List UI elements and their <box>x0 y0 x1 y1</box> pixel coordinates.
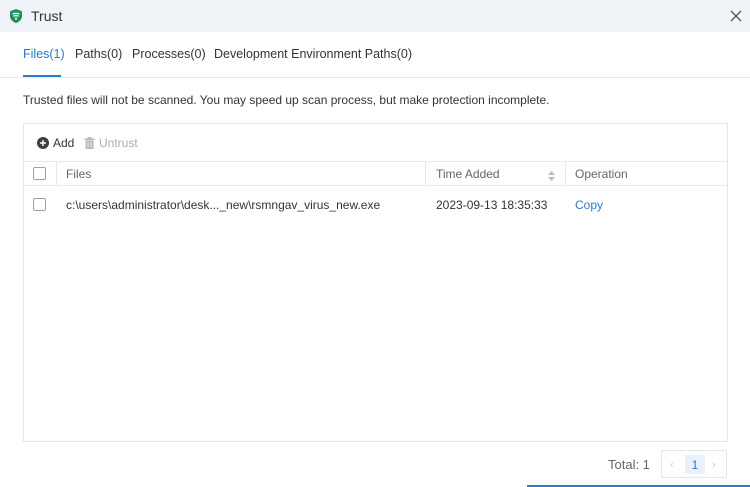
shield-icon <box>8 8 24 24</box>
next-page-button[interactable]: › <box>712 459 716 471</box>
total-count: Total: 1 <box>608 457 650 472</box>
title-bar: Trust <box>0 0 750 32</box>
active-tab-indicator <box>23 75 61 77</box>
table-row: c:\users\administrator\desk..._new\rsmng… <box>24 187 727 222</box>
file-path: c:\users\administrator\desk..._new\rsmng… <box>66 198 381 212</box>
toolbar: Add Untrust <box>24 124 727 161</box>
plus-circle-icon <box>37 137 49 149</box>
column-divider <box>425 162 426 186</box>
select-all-checkbox[interactable] <box>33 167 46 180</box>
trust-description: Trusted files will not be scanned. You m… <box>23 93 550 107</box>
column-divider <box>56 162 57 186</box>
column-header-files[interactable]: Files <box>66 167 91 181</box>
previous-page-button[interactable]: ‹ <box>670 459 674 471</box>
time-added: 2023-09-13 18:35:33 <box>436 198 548 212</box>
tab-bar: Files(1) Paths(0) Processes(0) Developme… <box>0 32 750 78</box>
untrust-label: Untrust <box>99 136 138 150</box>
tab-development-environment-paths[interactable]: Development Environment Paths(0) <box>214 47 412 61</box>
column-header-operation: Operation <box>575 167 628 181</box>
pagination: ‹ 1 › <box>661 450 727 478</box>
trusted-files-panel: Add Untrust Files Time Added Operation c… <box>23 123 728 442</box>
column-divider <box>565 162 566 186</box>
tab-processes[interactable]: Processes(0) <box>132 47 206 61</box>
column-header-time-added[interactable]: Time Added <box>436 167 500 181</box>
untrust-button[interactable]: Untrust <box>84 136 138 150</box>
add-label: Add <box>53 136 75 150</box>
sort-icon[interactable] <box>548 168 555 186</box>
copy-link[interactable]: Copy <box>575 198 603 212</box>
trash-icon <box>84 137 95 149</box>
close-button[interactable] <box>726 6 746 26</box>
add-button[interactable]: Add <box>37 136 74 150</box>
window-title: Trust <box>31 8 63 24</box>
close-icon <box>730 10 742 22</box>
tab-paths[interactable]: Paths(0) <box>75 47 122 61</box>
row-checkbox[interactable] <box>33 198 46 211</box>
page-1-button[interactable]: 1 <box>685 455 705 474</box>
tab-files[interactable]: Files(1) <box>23 47 65 61</box>
table-header: Files Time Added Operation <box>24 161 727 186</box>
